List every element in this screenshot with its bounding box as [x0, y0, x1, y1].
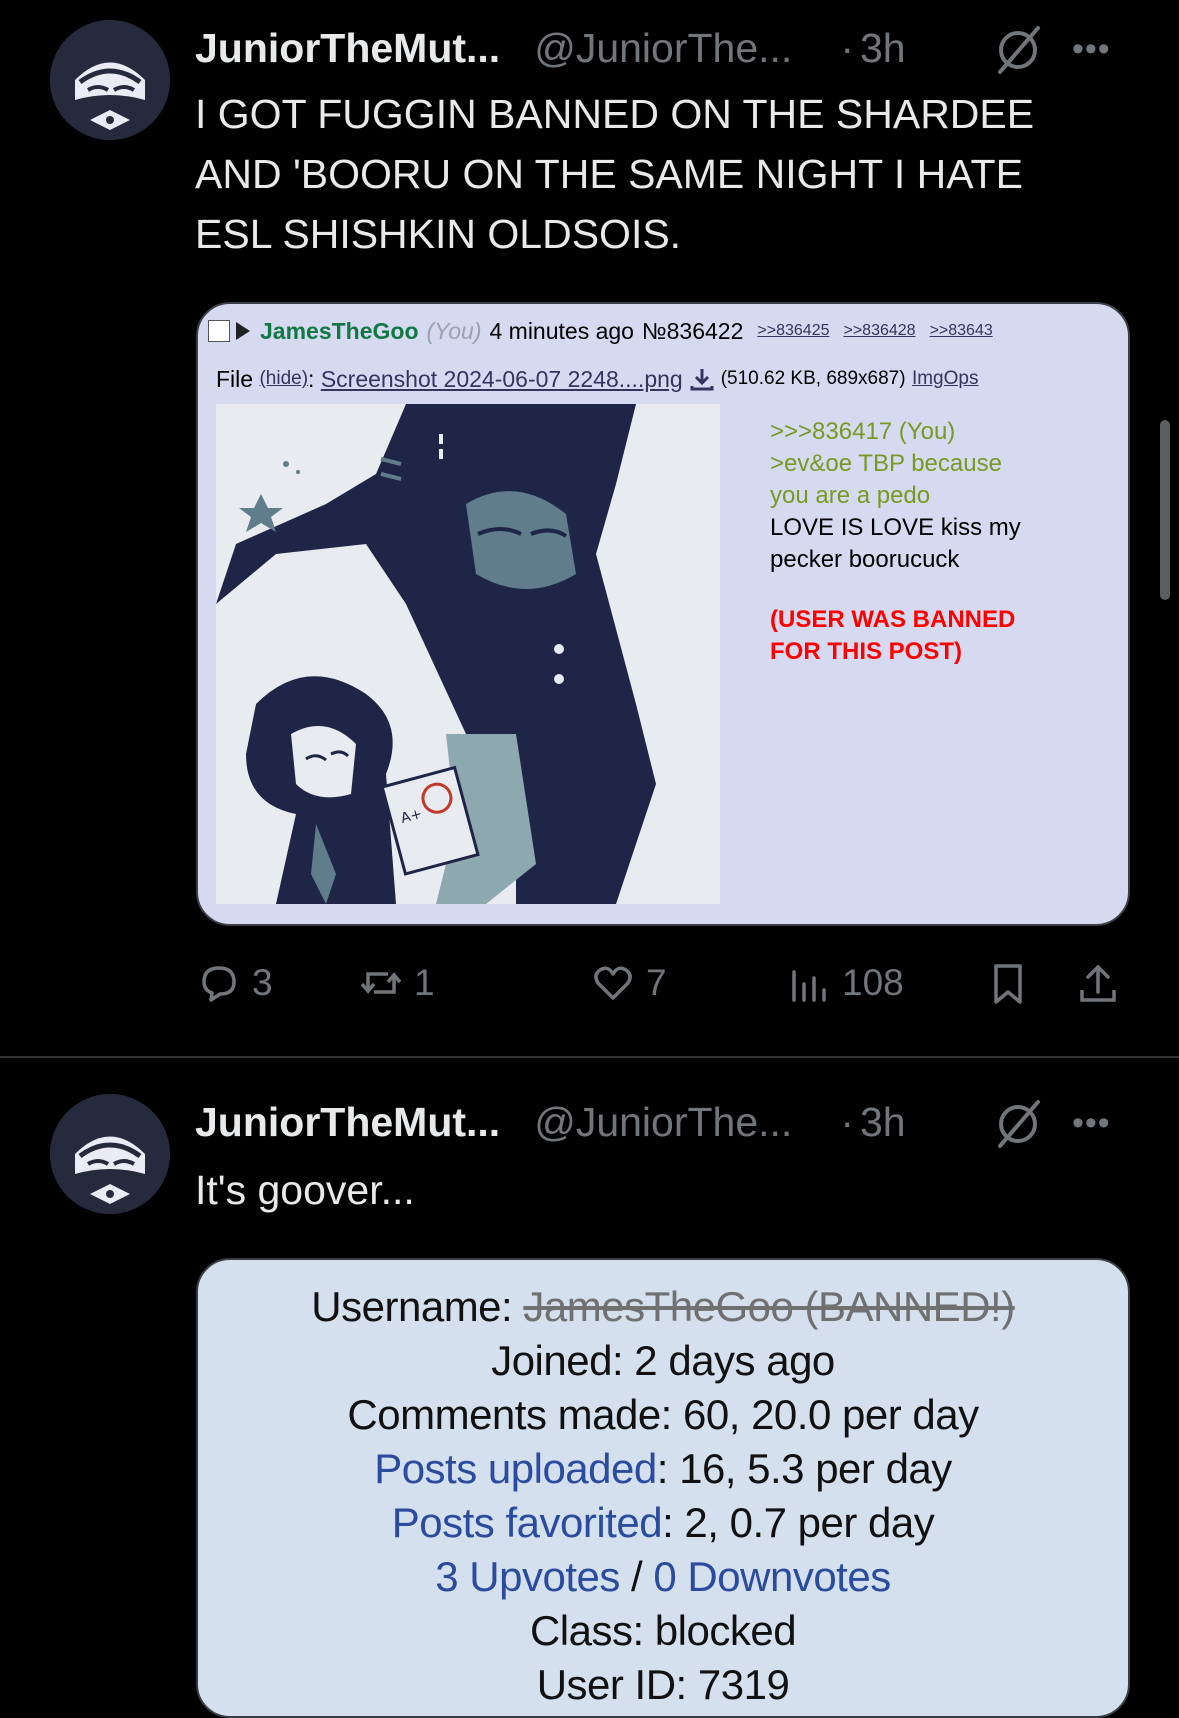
separator-dot: ·	[840, 1098, 854, 1145]
quote-link: >>83643	[929, 322, 993, 339]
profile-userid-line: User ID: 7319	[536, 1661, 790, 1708]
share-upload-icon	[1080, 964, 1116, 1002]
bookmark-icon	[994, 964, 1022, 1004]
avatar-image	[50, 20, 170, 140]
file-colon: :	[308, 365, 315, 392]
more-options-button[interactable]: •••	[1072, 30, 1111, 69]
filename-link: Screenshot 2024-06-07 2248....png	[320, 365, 683, 392]
attached-image-booru-profile[interactable]: Username: JamesTheGoo (BANNED!) Joined: …	[196, 1258, 1130, 1718]
repost-count: 1	[414, 962, 435, 1003]
bookmark-button[interactable]	[985, 960, 1041, 1006]
profile-uploads-line: Posts uploaded: 16, 5.3 per day	[198, 1442, 1128, 1496]
post-menu-triangle-icon	[236, 322, 250, 340]
upvotes-link: 3 Upvotes	[435, 1553, 620, 1600]
repost-arrows-icon	[360, 972, 402, 994]
display-name[interactable]: JuniorTheMut...	[195, 25, 500, 72]
profile-votes-line: 3 Upvotes / 0 Downvotes	[198, 1550, 1128, 1604]
profile-username-line: Username: JamesTheGoo (BANNED!)	[198, 1280, 1128, 1334]
you-tag: (You)	[426, 317, 482, 344]
post-message: >>>836417 (You) >ev&oe TBP because you a…	[770, 416, 1021, 668]
tweet-text-line: AND 'BOORU ON THE SAME NIGHT I HATE	[195, 151, 1023, 197]
file-meta: (510.62 KB, 689x687)	[720, 368, 906, 389]
heart-icon	[594, 966, 632, 1000]
tweet-1: JuniorTheMut... @JuniorThe... · 3h ••• I…	[0, 0, 1179, 1056]
ban-message: (USER WAS BANNED FOR THIS POST)	[770, 604, 1021, 668]
poster-name: JamesTheGoo	[260, 317, 419, 344]
posts-uploaded-value: : 16, 5.3 per day	[656, 1445, 953, 1492]
views-button[interactable]: 108	[786, 960, 904, 1006]
profile-comments-line: Comments made: 60, 20.0 per day	[347, 1391, 979, 1438]
separator-dot: ·	[840, 24, 854, 71]
like-button[interactable]: 7	[590, 960, 667, 1006]
post-checkbox	[208, 320, 230, 342]
tweet-text: I GOT FUGGIN BANNED ON THE SHARDEE AND '…	[195, 84, 1034, 264]
imgops-link: ImgOps	[911, 368, 979, 389]
username-value: JamesTheGoo (BANNED!)	[523, 1283, 1015, 1330]
ban-message-line: FOR THIS POST)	[770, 638, 962, 665]
ban-message-line: (USER WAS BANNED	[770, 606, 1016, 633]
reply-count: 3	[252, 962, 273, 1003]
file-info: File (hide): Screenshot 2024-06-07 2248.…	[216, 364, 978, 394]
like-count: 7	[646, 962, 667, 1003]
scrollbar[interactable]	[1160, 420, 1170, 600]
hide-link: (hide)	[259, 368, 309, 389]
views-count: 108	[842, 962, 904, 1003]
avatar[interactable]	[50, 20, 170, 140]
profile-favorited-line: Posts favorited: 2, 0.7 per day	[198, 1496, 1128, 1550]
quote-link: >>836425	[757, 322, 830, 339]
post-text-line: pecker boorucuck	[770, 546, 960, 573]
circle-slash-icon	[998, 26, 1040, 74]
posts-favorited-value: : 2, 0.7 per day	[662, 1499, 935, 1546]
tweet-text-line: I GOT FUGGIN BANNED ON THE SHARDEE	[195, 91, 1035, 137]
tweet-text: It's goover...	[195, 1167, 415, 1213]
posts-favorited-link: Posts favorited	[391, 1499, 663, 1546]
votes-separator: /	[619, 1553, 654, 1600]
posts-uploaded-link: Posts uploaded	[374, 1445, 657, 1492]
post-greentext-line: you are a pedo	[770, 482, 931, 509]
post-info: JamesTheGoo (You) 4 minutes ago №836422 …	[208, 316, 993, 346]
post-number: №836422	[641, 317, 744, 344]
post-quote-line: >>>836417 (You)	[770, 418, 956, 445]
display-name[interactable]: JuniorTheMut...	[195, 1099, 500, 1146]
more-options-button[interactable]: •••	[1072, 1104, 1111, 1143]
reply-button[interactable]: 3	[196, 960, 273, 1006]
username-label: Username:	[311, 1283, 524, 1330]
download-icon	[690, 369, 714, 391]
profile-joined-line: Joined: 2 days ago	[491, 1337, 835, 1384]
downvotes-link: 0 Downvotes	[653, 1553, 891, 1600]
avatar[interactable]	[50, 1094, 170, 1214]
circle-slash-icon	[998, 1100, 1040, 1148]
post-greentext-line: >ev&oe TBP because	[770, 450, 1002, 477]
handle[interactable]: @JuniorThe...	[534, 25, 792, 72]
bar-chart-icon	[792, 970, 826, 1002]
repost-button[interactable]: 1	[358, 960, 435, 1006]
timestamp[interactable]: 3h	[860, 25, 906, 72]
tweet-text-line: ESL SHISHKIN OLDSOIS.	[195, 211, 682, 257]
action-bar: 3 1 7 108	[0, 960, 1179, 1020]
tweet-header: JuniorTheMut... @JuniorThe... · 3h	[195, 18, 906, 78]
attached-image-4chan-post[interactable]: JamesTheGoo (You) 4 minutes ago №836422 …	[196, 302, 1130, 926]
quote-link: >>836428	[843, 322, 916, 339]
post-thumbnail-drawing: A+	[216, 404, 720, 904]
timestamp[interactable]: 3h	[860, 1099, 906, 1146]
profile-class-line: Class: blocked	[529, 1607, 797, 1654]
file-label: File	[216, 365, 254, 392]
avatar-image	[50, 1094, 170, 1214]
share-button[interactable]	[1075, 960, 1131, 1006]
tweet-header: JuniorTheMut... @JuniorThe... · 3h	[195, 1092, 906, 1152]
post-text-line: LOVE IS LOVE kiss my	[770, 514, 1021, 541]
handle[interactable]: @JuniorThe...	[534, 1099, 792, 1146]
post-date: 4 minutes ago	[489, 317, 634, 344]
speech-bubble-icon	[202, 966, 236, 1002]
